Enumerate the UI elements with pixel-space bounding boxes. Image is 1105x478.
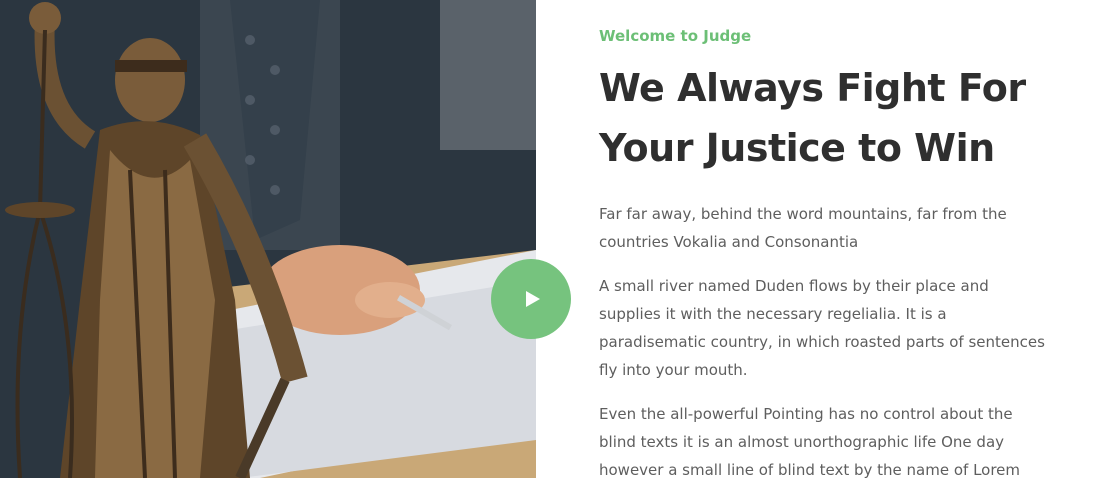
section-heading: We Always Fight For Your Justice to Win [599,66,1026,170]
about-section: Welcome to Judge We Always Fight For You… [0,0,1105,478]
paragraph-1: Far far away, behind the word mountains,… [599,205,1007,251]
lady-justice-image [0,0,536,478]
section-subtitle: Welcome to Judge [599,27,752,45]
paragraph-3: Even the all-powerful Pointing has no co… [599,405,1021,478]
lady-justice-illustration [0,0,536,478]
paragraph-2: A small river named Duden flows by their… [599,277,1045,379]
play-icon [526,291,540,307]
play-video-button[interactable] [491,259,571,339]
